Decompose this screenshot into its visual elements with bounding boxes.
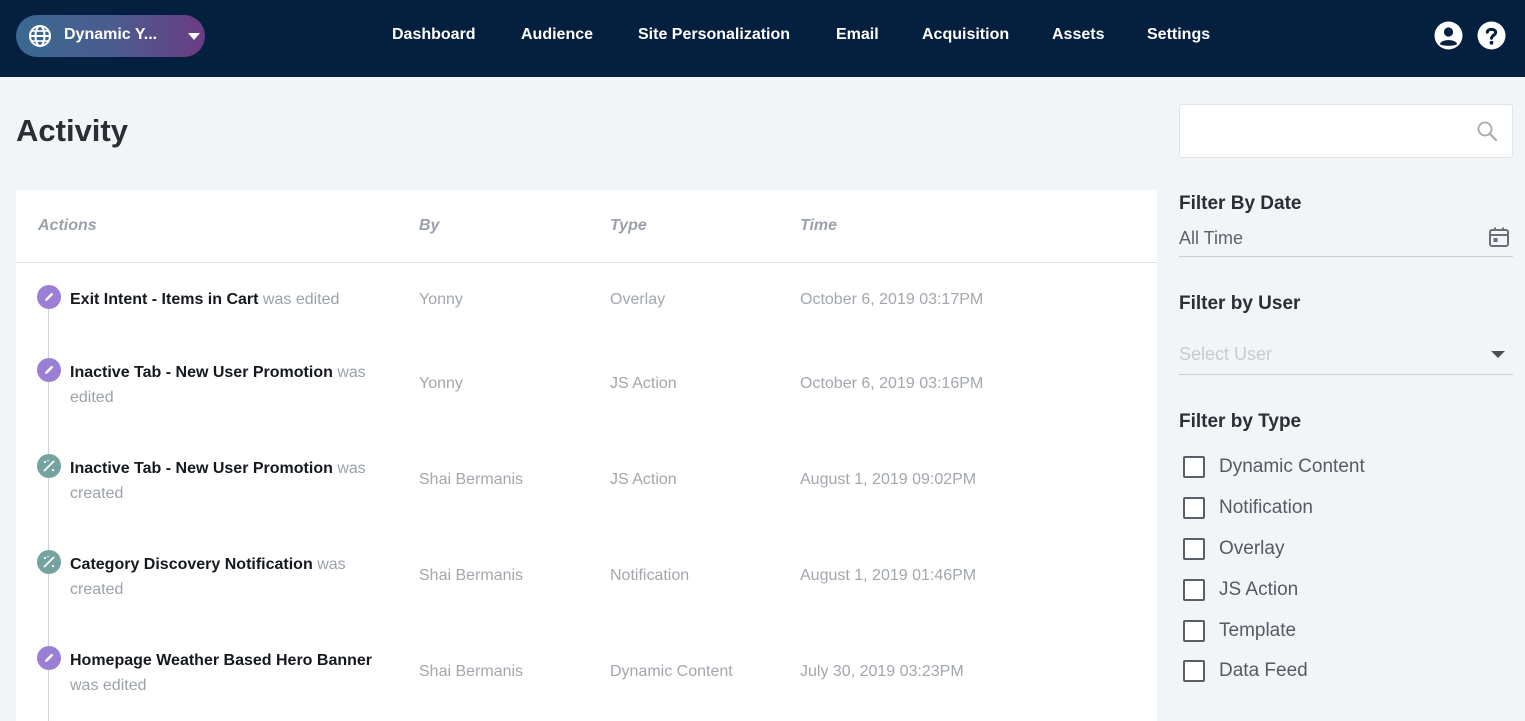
header-divider [16, 262, 1157, 263]
checkbox-label: Overlay [1219, 538, 1285, 559]
campaign-name[interactable]: Homepage Weather Based Hero Banner [70, 652, 372, 669]
row-type: Notification [610, 567, 690, 584]
page-title: Activity [16, 113, 128, 148]
row-time: August 1, 2019 01:46PM [800, 567, 977, 584]
row-type: Dynamic Content [610, 663, 733, 680]
filter-by-type-label: Filter by Type [1179, 411, 1302, 432]
column-header-time[interactable]: Time [800, 217, 837, 235]
campaign-name[interactable]: Inactive Tab - New User Promotion [70, 460, 333, 477]
user-field-underline [1179, 374, 1513, 375]
type-checkbox-notification[interactable]: Notification [1183, 497, 1313, 519]
row-time: October 6, 2019 03:17PM [800, 291, 984, 308]
table-row-action[interactable]: Inactive Tab - New User Promotion was ed… [70, 360, 390, 410]
checkbox[interactable] [1183, 456, 1205, 478]
nav-settings[interactable]: Settings [1147, 26, 1210, 44]
magic-wand-icon [37, 454, 61, 478]
user-select[interactable]: Select User [1179, 344, 1272, 365]
calendar-icon[interactable] [1488, 226, 1510, 248]
nav-site-personalization[interactable]: Site Personalization [638, 26, 790, 44]
checkbox[interactable] [1183, 579, 1205, 601]
table-row-action[interactable]: Exit Intent - Items in Cart was edited [70, 287, 390, 312]
type-checkbox-data-feed[interactable]: Data Feed [1183, 660, 1308, 682]
checkbox-label: Template [1219, 620, 1297, 641]
nav-dashboard[interactable]: Dashboard [392, 26, 476, 44]
filter-by-date-label: Filter By Date [1179, 193, 1302, 214]
pencil-icon [37, 358, 61, 382]
globe-icon [29, 25, 51, 47]
checkbox-label: Data Feed [1219, 660, 1308, 681]
row-time: July 30, 2019 03:23PM [800, 663, 964, 680]
checkbox-label: Dynamic Content [1219, 456, 1365, 477]
checkbox-label: Notification [1219, 497, 1313, 518]
table-row-action[interactable]: Inactive Tab - New User Promotion was cr… [70, 456, 390, 506]
column-header-type[interactable]: Type [610, 217, 647, 235]
search-input[interactable] [1179, 104, 1513, 158]
row-user: Shai Bermanis [419, 471, 524, 488]
campaign-name[interactable]: Category Discovery Notification [70, 556, 313, 573]
search-icon[interactable] [1476, 120, 1498, 142]
row-type: JS Action [610, 471, 677, 488]
nav-acquisition[interactable]: Acquisition [922, 26, 1009, 44]
row-type: Overlay [610, 291, 666, 308]
campaign-name[interactable]: Exit Intent - Items in Cart [70, 291, 258, 308]
checkbox[interactable] [1183, 497, 1205, 519]
site-selector[interactable]: Dynamic Y... [16, 15, 205, 57]
pencil-icon [37, 285, 61, 309]
checkbox[interactable] [1183, 620, 1205, 642]
nav-assets[interactable]: Assets [1052, 26, 1104, 44]
checkbox-label: JS Action [1219, 579, 1299, 600]
type-checkbox-overlay[interactable]: Overlay [1183, 538, 1284, 560]
column-header-actions[interactable]: Actions [38, 217, 97, 235]
column-header-by[interactable]: By [419, 217, 439, 235]
chevron-down-icon [188, 33, 200, 40]
table-row-action[interactable]: Homepage Weather Based Hero Banner was e… [70, 648, 385, 698]
help-icon[interactable] [1477, 21, 1506, 50]
row-user: Shai Bermanis [419, 663, 524, 680]
row-user: Shai Bermanis [419, 567, 524, 584]
table-row-action[interactable]: Category Discovery Notification was crea… [70, 552, 390, 602]
campaign-name[interactable]: Inactive Tab - New User Promotion [70, 364, 333, 381]
checkbox[interactable] [1183, 660, 1205, 682]
date-field-underline [1179, 256, 1513, 257]
filter-by-user-label: Filter by User [1179, 293, 1301, 314]
action-verb: was edited [262, 291, 340, 308]
row-time: August 1, 2019 09:02PM [800, 471, 977, 488]
nav-audience[interactable]: Audience [521, 26, 593, 44]
nav-email[interactable]: Email [836, 26, 879, 44]
top-navigation-bar: Dynamic Y... Dashboard Audience Site Per… [0, 0, 1525, 77]
type-checkbox-dynamic-content[interactable]: Dynamic Content [1183, 456, 1365, 478]
user-icon[interactable] [1434, 21, 1463, 50]
checkbox[interactable] [1183, 538, 1205, 560]
row-user: Yonny [419, 291, 463, 308]
type-checkbox-js-action[interactable]: JS Action [1183, 579, 1298, 601]
date-filter-value[interactable]: All Time [1179, 228, 1243, 249]
type-checkbox-template[interactable]: Template [1183, 620, 1296, 642]
row-user: Yonny [419, 375, 463, 392]
action-verb: was edited [70, 677, 147, 694]
pencil-icon [37, 646, 61, 670]
chevron-down-icon[interactable] [1491, 351, 1505, 358]
magic-wand-icon [37, 550, 61, 574]
site-name: Dynamic Y... [64, 26, 158, 43]
row-time: October 6, 2019 03:16PM [800, 375, 984, 392]
row-type: JS Action [610, 375, 677, 392]
